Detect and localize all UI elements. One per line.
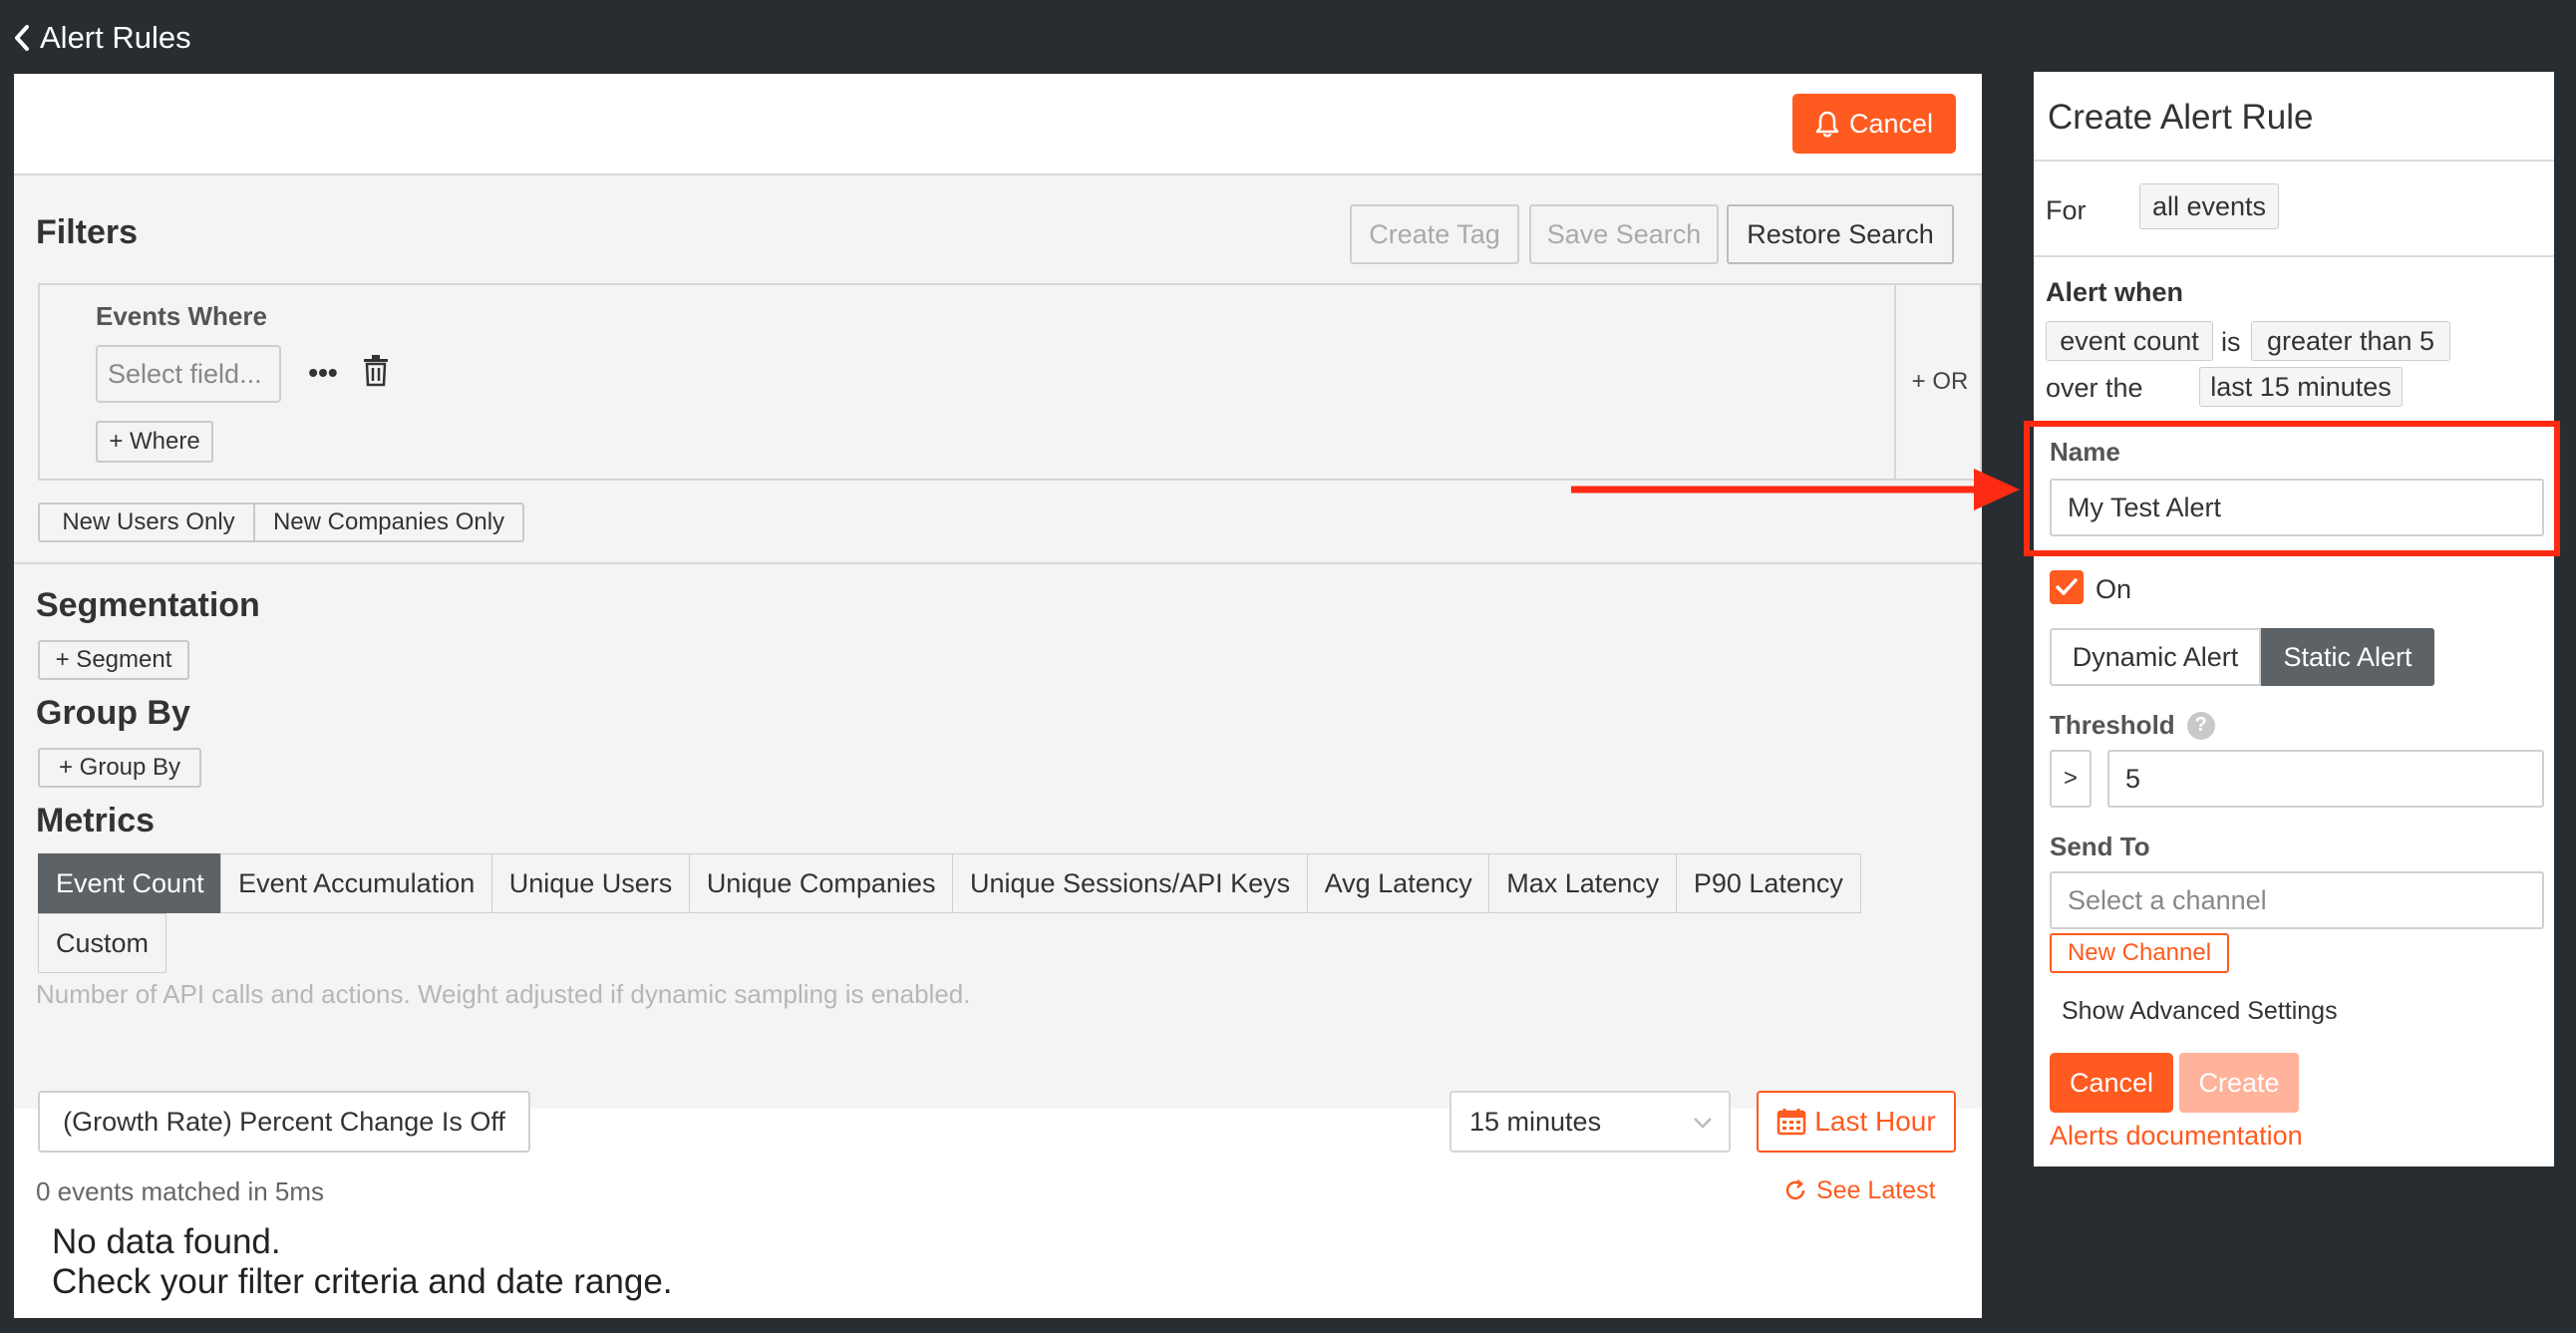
select-field-dropdown[interactable]: Select field... xyxy=(96,345,281,403)
for-scope-pill[interactable]: all events xyxy=(2139,183,2279,229)
see-latest-label: See Latest xyxy=(1816,1175,1936,1204)
calendar-icon xyxy=(1777,1109,1806,1136)
divider xyxy=(14,562,1982,564)
chevron-left-icon xyxy=(15,25,29,51)
back-link[interactable]: Alert Rules xyxy=(14,18,191,58)
metric-event-accumulation[interactable]: Event Accumulation xyxy=(220,853,493,913)
segmentation-heading: Segmentation xyxy=(36,586,260,624)
filter-box: Events Where Select field... ••• + Where… xyxy=(38,283,1982,481)
metric-avg-latency[interactable]: Avg Latency xyxy=(1306,853,1490,913)
interval-select-value: 15 minutes xyxy=(1469,1106,1602,1137)
metric-max-latency[interactable]: Max Latency xyxy=(1488,853,1678,913)
see-latest-link[interactable]: See Latest xyxy=(1784,1170,1936,1210)
dynamic-alert-button[interactable]: Dynamic Alert xyxy=(2050,628,2261,686)
time-range-button[interactable]: Last Hour xyxy=(1757,1091,1956,1153)
more-options-icon[interactable]: ••• xyxy=(305,351,341,395)
panel-title: Create Alert Rule xyxy=(2048,98,2314,137)
add-or-button[interactable]: + OR xyxy=(1902,365,1978,399)
metrics-selector: Event Count Event Accumulation Unique Us… xyxy=(38,853,1932,973)
alert-when-label: Alert when xyxy=(2046,277,2184,307)
chevron-down-icon xyxy=(1694,1118,1712,1129)
divider xyxy=(2034,255,2554,257)
highlight-box xyxy=(2024,421,2560,556)
divider xyxy=(2034,160,2554,162)
refresh-icon xyxy=(1785,1179,1805,1200)
advanced-settings-link[interactable]: Show Advanced Settings xyxy=(2062,997,2338,1026)
threshold-operator[interactable]: > xyxy=(2050,750,2092,808)
send-to-label: Send To xyxy=(2050,832,2150,861)
no-data-hint: Check your filter criteria and date rang… xyxy=(52,1262,673,1301)
trash-icon[interactable] xyxy=(363,355,389,392)
panel-cancel-button[interactable]: Cancel xyxy=(2050,1053,2173,1113)
new-users-only-button[interactable]: New Users Only xyxy=(38,502,259,542)
restore-search-button[interactable]: Restore Search xyxy=(1727,204,1954,264)
alert-type-toggle: Dynamic Alert Static Alert xyxy=(2050,628,2434,686)
metric-custom[interactable]: Custom xyxy=(38,913,167,973)
checkmark-icon xyxy=(2056,578,2078,595)
enabled-checkbox[interactable] xyxy=(2050,570,2084,604)
create-alert-panel: Create Alert Rule For all events Alert w… xyxy=(2034,72,2554,1166)
metric-pill[interactable]: event count xyxy=(2046,321,2213,361)
channel-select[interactable]: Select a channel xyxy=(2050,871,2544,929)
window-pill[interactable]: last 15 minutes xyxy=(2199,367,2403,407)
new-companies-only-button[interactable]: New Companies Only xyxy=(253,502,524,542)
events-where-label: Events Where xyxy=(96,301,267,331)
growth-rate-toggle[interactable]: (Growth Rate) Percent Change Is Off xyxy=(38,1091,530,1153)
add-segment-button[interactable]: + Segment xyxy=(38,640,189,680)
time-range-label: Last Hour xyxy=(1814,1106,1936,1137)
add-where-button[interactable]: + Where xyxy=(96,421,213,463)
metrics-heading: Metrics xyxy=(36,802,156,839)
metric-description: Number of API calls and actions. Weight … xyxy=(36,979,971,1009)
events-matched-text: 0 events matched in 5ms xyxy=(36,1176,325,1206)
or-divider xyxy=(1894,285,1896,479)
threshold-label: Threshold ? xyxy=(2050,710,2215,741)
new-channel-button[interactable]: New Channel xyxy=(2050,933,2229,973)
main-toolbar: Cancel xyxy=(14,74,1982,175)
add-group-by-button[interactable]: + Group By xyxy=(38,748,201,788)
arrow-icon xyxy=(1571,469,2020,510)
is-label: is xyxy=(2221,327,2241,357)
save-search-button[interactable]: Save Search xyxy=(1529,204,1719,264)
create-tag-button[interactable]: Create Tag xyxy=(1350,204,1519,264)
filters-heading: Filters xyxy=(36,213,139,251)
for-label: For xyxy=(2046,195,2087,225)
metric-unique-users[interactable]: Unique Users xyxy=(490,853,691,913)
metric-unique-companies[interactable]: Unique Companies xyxy=(688,853,954,913)
threshold-label-text: Threshold xyxy=(2050,710,2175,740)
back-link-label: Alert Rules xyxy=(40,20,191,55)
static-alert-button[interactable]: Static Alert xyxy=(2261,628,2434,686)
condition-pill[interactable]: greater than 5 xyxy=(2251,321,2450,361)
cancel-button[interactable]: Cancel xyxy=(1792,94,1956,154)
interval-select[interactable]: 15 minutes xyxy=(1449,1091,1731,1153)
cancel-button-label: Cancel xyxy=(1848,108,1934,139)
group-by-heading: Group By xyxy=(36,694,190,732)
no-data-message: No data found. xyxy=(52,1222,281,1261)
help-icon[interactable]: ? xyxy=(2186,711,2215,740)
metric-p90-latency[interactable]: P90 Latency xyxy=(1675,853,1861,913)
threshold-input[interactable] xyxy=(2107,750,2544,808)
over-label: over the xyxy=(2046,373,2143,403)
bell-icon xyxy=(1815,111,1839,138)
alerts-docs-link[interactable]: Alerts documentation xyxy=(2050,1121,2303,1152)
enabled-label: On xyxy=(2095,574,2132,604)
metric-unique-sessions[interactable]: Unique Sessions/API Keys xyxy=(951,853,1309,913)
metric-event-count[interactable]: Event Count xyxy=(38,853,222,913)
main-panel: Cancel Filters Create Tag Save Search Re… xyxy=(14,74,1982,1318)
create-button[interactable]: Create xyxy=(2179,1053,2299,1113)
